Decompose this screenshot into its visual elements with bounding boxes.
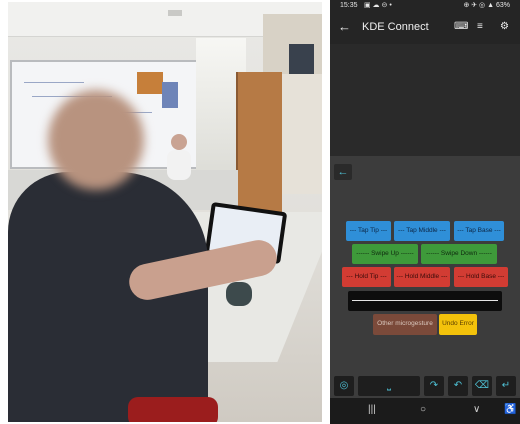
space-icon[interactable]: ⎵ [358,376,420,396]
globe-icon[interactable]: ◎ [334,376,354,396]
app-title: KDE Connect [362,21,429,33]
arrow-left-icon[interactable]: ← [338,19,351,34]
study-photo [8,2,322,422]
whiteboard-scribble [24,82,84,83]
redo-icon[interactable]: ↷ [424,376,444,396]
recents-icon[interactable]: ||| [368,404,376,415]
tap-base-button[interactable]: --- Tap Base --- [454,221,504,241]
status-icons-left: ▣ ☁ ⊝ • [364,2,392,9]
participant-head-blurred [48,90,144,190]
tap-middle-button[interactable]: --- Tap Middle --- [394,221,450,241]
microgesture-keyboard: ← --- Tap Tip --- --- Tap Middle --- ---… [330,156,520,398]
app-bar: ← KDE Connect ⌨ ≡ ⚙ [330,12,520,44]
back-chevron-icon[interactable]: ∨ [473,404,480,415]
navigation-bar: ||| ○ ∨ ♿ [330,398,520,424]
arrow-left-icon[interactable]: ← [334,164,352,180]
content-area [330,44,520,156]
background-person [167,134,191,180]
hold-base-button[interactable]: --- Hold Base --- [454,267,508,287]
gear-icon[interactable]: ⚙ [500,21,509,32]
other-microgesture-button[interactable]: Other microgesture [373,314,437,335]
status-icons-right: ⊕ ✈ ◎ ▲ 63% [463,2,510,9]
wall-cabinet [280,74,322,194]
door [236,72,282,212]
status-time: 15:35 [340,2,358,9]
tap-tip-button[interactable]: --- Tap Tip --- [346,221,391,241]
participant-body [8,172,208,422]
enter-icon[interactable]: ↵ [496,376,516,396]
text-input-field[interactable] [348,291,502,311]
chair [128,397,218,422]
backspace-icon[interactable]: ⌫ [472,376,492,396]
mouse [226,282,252,306]
undo-icon[interactable]: ↶ [448,376,468,396]
keyboard-bottom-row: ◎ ⎵ ↷ ↶ ⌫ ↵ [330,374,520,398]
list-edit-icon[interactable]: ≡ [477,21,483,32]
keyboard-icon[interactable]: ⌨ [454,21,468,32]
poster [137,72,163,94]
accessibility-icon[interactable]: ♿ [504,404,516,415]
hold-tip-button[interactable]: --- Hold Tip --- [342,267,391,287]
ceiling-vent [168,10,182,16]
status-bar: 15:35 ▣ ☁ ⊝ • ⊕ ✈ ◎ ▲ 63% [330,0,520,12]
swipe-down-button[interactable]: ------ Swipe Down ------ [421,244,497,264]
home-icon[interactable]: ○ [420,404,426,415]
swipe-up-button[interactable]: ------ Swipe Up ------ [352,244,418,264]
hold-middle-button[interactable]: --- Hold Middle --- [394,267,450,287]
poster [162,82,178,108]
monitor [289,44,314,78]
undo-error-button[interactable]: Undo Error [439,314,477,335]
phone-screen: 15:35 ▣ ☁ ⊝ • ⊕ ✈ ◎ ▲ 63% ← KDE Connect … [330,0,520,424]
